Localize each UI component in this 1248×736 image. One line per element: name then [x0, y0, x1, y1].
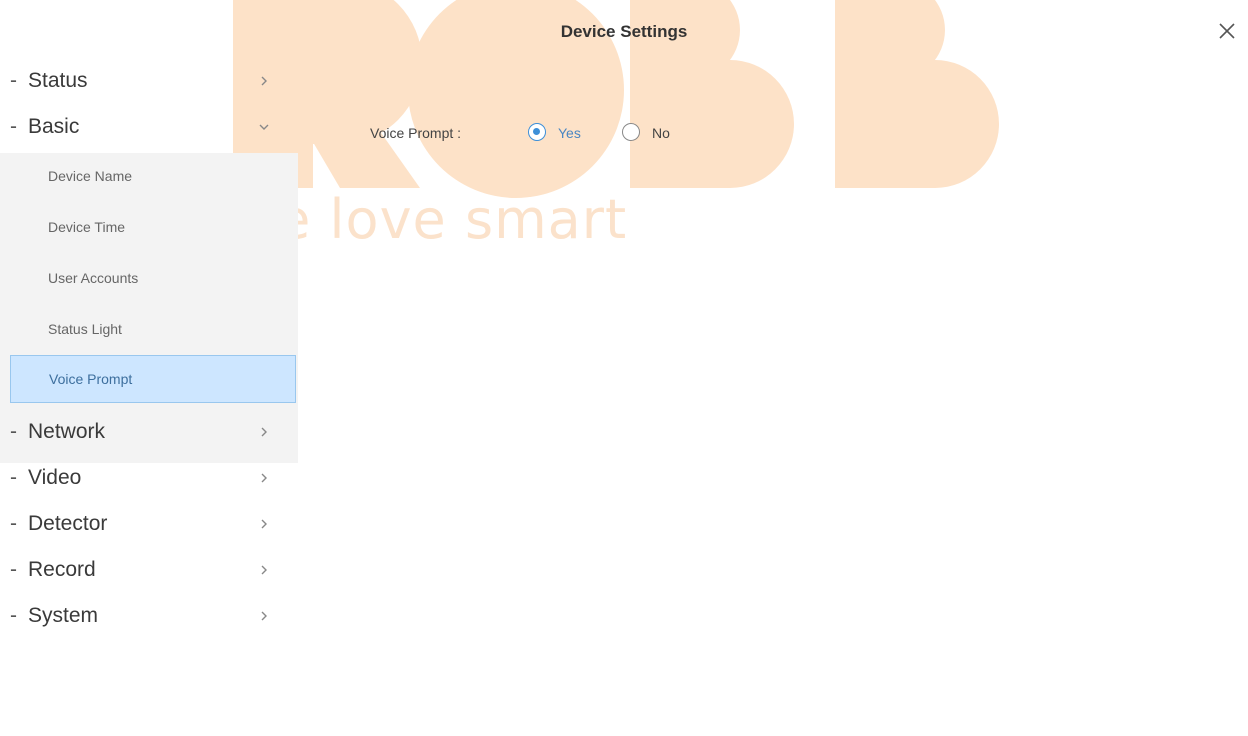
sidebar-item-detector[interactable]: - Detector: [0, 504, 298, 544]
bullet-dash: -: [10, 604, 17, 627]
chevron-right-icon: [261, 427, 267, 437]
chevron-right-icon: [261, 611, 267, 621]
chevron-right-icon: [261, 473, 267, 483]
chevron-right-icon: [261, 76, 267, 86]
sidebar-subitem-label: User Accounts: [48, 270, 139, 286]
bullet-dash: -: [10, 512, 17, 535]
radio-label: Yes: [558, 125, 581, 141]
sidebar-item-status[interactable]: - Status: [0, 61, 298, 101]
sidebar-item-label: Basic: [28, 115, 80, 138]
chevron-right-icon: [261, 565, 267, 575]
sidebar-item-device-name[interactable]: Device Name: [10, 153, 296, 201]
chevron-down-icon: [259, 124, 269, 130]
bullet-dash: -: [10, 558, 17, 581]
bullet-dash: -: [10, 466, 17, 489]
close-icon: [1219, 23, 1235, 39]
window-title: Device Settings: [560, 22, 688, 41]
radio-unchecked-icon: [622, 123, 640, 141]
sidebar-item-status-light[interactable]: Status Light: [10, 306, 296, 354]
bullet-dash: -: [10, 115, 17, 138]
sidebar-item-device-time[interactable]: Device Time: [10, 204, 296, 252]
radio-checked-icon: [528, 123, 546, 141]
sidebar-item-voice-prompt[interactable]: Voice Prompt: [10, 355, 296, 403]
bullet-dash: -: [10, 420, 17, 443]
sidebar-item-basic[interactable]: - Basic: [0, 107, 298, 147]
settings-panel: Voice Prompt : Yes No: [298, 70, 1248, 736]
sidebar-item-system[interactable]: - System: [0, 596, 298, 636]
sidebar-subitem-label: Status Light: [48, 321, 122, 337]
sidebar-subitem-label: Voice Prompt: [49, 371, 133, 387]
voice-prompt-label: Voice Prompt :: [370, 125, 462, 141]
sidebar-item-record[interactable]: - Record: [0, 550, 298, 590]
sidebar-item-label: Record: [28, 558, 96, 581]
voice-prompt-setting: Voice Prompt : Yes No: [370, 118, 870, 148]
sidebar-item-user-accounts[interactable]: User Accounts: [10, 255, 296, 303]
sidebar-item-network[interactable]: - Network: [0, 412, 298, 452]
bullet-dash: -: [10, 69, 17, 92]
sidebar-item-label: Detector: [28, 512, 108, 535]
close-button[interactable]: [1212, 16, 1242, 46]
chevron-right-icon: [261, 519, 267, 529]
sidebar-subitem-label: Device Time: [48, 219, 126, 235]
sidebar-subitem-label: Device Name: [48, 168, 133, 184]
sidebar-item-label: Status: [28, 69, 88, 92]
sidebar-item-video[interactable]: - Video: [0, 458, 298, 498]
sidebar-item-label: Video: [28, 466, 82, 489]
sidebar-item-label: System: [28, 604, 99, 627]
sidebar: - Status - Basic Device Name Device Time…: [0, 55, 298, 736]
radio-label: No: [652, 125, 670, 141]
sidebar-item-label: Network: [28, 420, 106, 443]
